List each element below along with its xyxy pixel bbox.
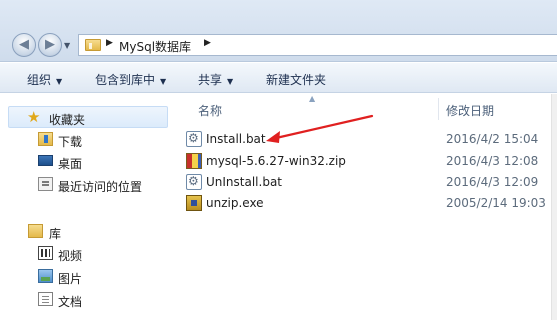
file-list-pane: ▲ 名称 修改日期 Install.bat 2016/4/2 15:04 mys…: [176, 94, 557, 320]
nav-item-label: 下载: [58, 135, 83, 149]
sort-ascending-icon: ▲: [309, 94, 316, 103]
pictures-icon: [38, 269, 53, 283]
breadcrumb-mysql-folder[interactable]: MySql数据库: [119, 38, 191, 55]
file-date: 2005/2/14 19:03: [446, 196, 546, 210]
exe-file-icon: [186, 195, 202, 211]
file-date: 2016/4/3 12:09: [446, 175, 539, 189]
address-bar[interactable]: ▶ MySql数据库 ▶: [78, 34, 557, 56]
organize-button[interactable]: 组织 ▼: [27, 71, 62, 88]
file-row-mysql-zip[interactable]: mysql-5.6.27-win32.zip 2016/4/3 12:08: [182, 150, 557, 172]
batch-file-icon: [186, 131, 202, 147]
command-bar: 组织 ▼ 包含到库中 ▼ 共享 ▼ 新建文件夹: [0, 63, 557, 93]
file-name: UnInstall.bat: [206, 175, 283, 189]
file-row-uninstall-bat[interactable]: UnInstall.bat 2016/4/3 12:09: [182, 171, 557, 193]
forward-button[interactable]: ▶: [38, 33, 62, 57]
breadcrumb-chevron-icon[interactable]: ▶: [204, 38, 211, 48]
desktop-icon: [38, 155, 53, 166]
include-in-library-button[interactable]: 包含到库中 ▼: [95, 71, 166, 88]
file-name: Install.bat: [206, 132, 266, 146]
batch-file-icon: [186, 174, 202, 190]
nav-item-favorites[interactable]: ★ 收藏夹: [8, 106, 168, 128]
nav-item-recent-places[interactable]: 最近访问的位置: [0, 174, 176, 196]
star-icon: ★: [27, 108, 41, 126]
address-bar-area: ◀ ▶ ▼ ▶ MySql数据库 ▶: [0, 0, 557, 62]
file-date: 2016/4/2 15:04: [446, 132, 539, 146]
downloads-folder-icon: [38, 132, 53, 146]
file-name: mysql-5.6.27-win32.zip: [206, 154, 346, 168]
video-icon: [38, 246, 53, 260]
scrollbar-track[interactable]: [551, 94, 557, 320]
nav-item-videos[interactable]: 视频: [0, 243, 176, 265]
column-header-name[interactable]: 名称: [198, 102, 222, 119]
nav-item-pictures[interactable]: 图片: [0, 266, 176, 288]
nav-item-label: 图片: [58, 272, 83, 286]
back-button[interactable]: ◀: [12, 33, 36, 57]
nav-item-label: 文档: [58, 295, 83, 309]
column-divider[interactable]: [438, 98, 439, 120]
libraries-icon: [28, 224, 43, 238]
forward-arrow-icon: ▶: [45, 37, 55, 52]
column-header-row: ▲ 名称 修改日期: [176, 94, 557, 120]
file-name: unzip.exe: [206, 196, 264, 210]
navigation-pane: ★ 收藏夹 下载 桌面 最近访问的位置 库 视频 图片 文档: [0, 94, 176, 320]
nav-item-downloads[interactable]: 下载: [0, 129, 176, 151]
breadcrumb-chevron-icon[interactable]: ▶: [106, 38, 113, 48]
nav-item-label: 视频: [58, 249, 83, 263]
file-date: 2016/4/3 12:08: [446, 154, 539, 168]
nav-item-label: 库: [49, 227, 62, 241]
recent-places-icon: [38, 177, 53, 191]
dropdown-caret-icon: ▼: [227, 77, 234, 86]
column-header-date-modified[interactable]: 修改日期: [446, 102, 494, 119]
nav-item-label: 桌面: [58, 157, 83, 171]
nav-item-libraries[interactable]: 库: [0, 221, 176, 243]
documents-icon: [38, 292, 53, 306]
zip-archive-icon: [186, 153, 202, 169]
file-row-install-bat[interactable]: Install.bat 2016/4/2 15:04: [182, 128, 557, 150]
share-button[interactable]: 共享 ▼: [198, 71, 233, 88]
file-row-unzip-exe[interactable]: unzip.exe 2005/2/14 19:03: [182, 192, 557, 214]
new-folder-button[interactable]: 新建文件夹: [266, 71, 326, 88]
dropdown-caret-icon: ▼: [160, 77, 167, 86]
nav-item-label: 最近访问的位置: [58, 180, 143, 194]
explorer-window: ◀ ▶ ▼ ▶ MySql数据库 ▶ 组织 ▼ 包含到库中 ▼ 共享 ▼ 新建文件夹 …: [0, 0, 557, 320]
folder-icon: [85, 39, 101, 51]
nav-item-label: 收藏夹: [49, 113, 86, 127]
back-arrow-icon: ◀: [19, 37, 29, 52]
nav-item-documents[interactable]: 文档: [0, 289, 176, 311]
dropdown-caret-icon: ▼: [56, 77, 63, 86]
nav-item-desktop[interactable]: 桌面: [0, 151, 176, 173]
recent-pages-dropdown-icon[interactable]: ▼: [64, 41, 70, 50]
